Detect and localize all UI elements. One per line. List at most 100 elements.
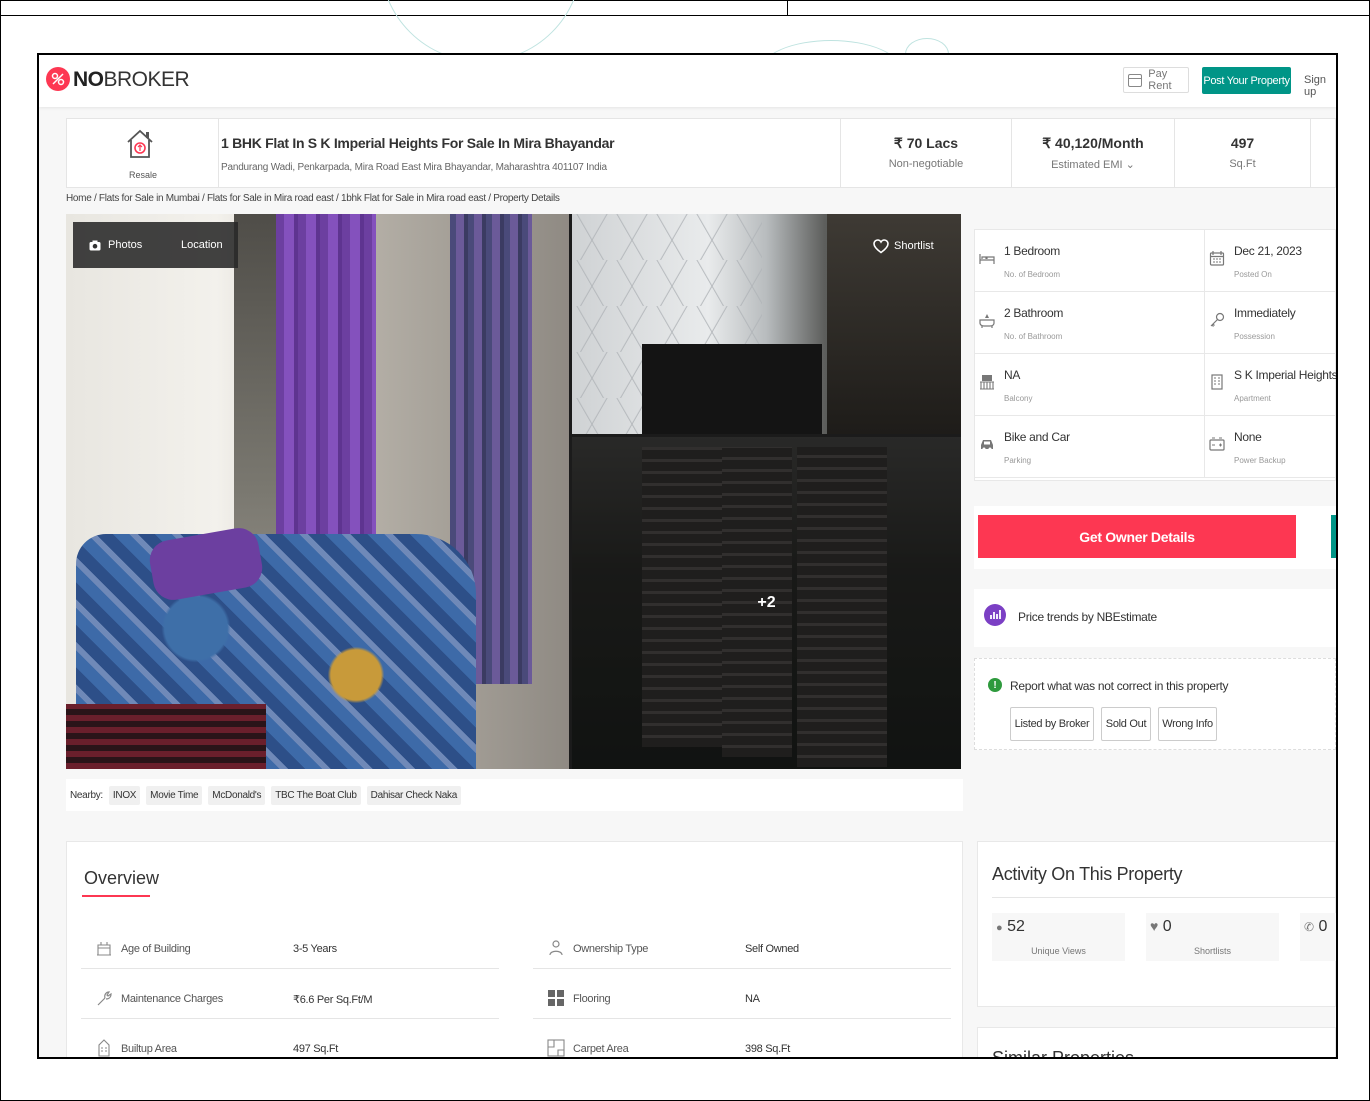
key-icon	[1210, 312, 1225, 327]
heart-icon: ♥	[1150, 918, 1159, 934]
area-unit: Sq.Ft	[1229, 158, 1256, 170]
nearby-chip[interactable]: TBC The Boat Club	[271, 785, 361, 805]
spec-power-backup: None Power Backup	[1205, 416, 1336, 478]
nearby-label: Nearby:	[70, 789, 103, 801]
overview-label: Carpet Area	[573, 1043, 629, 1055]
price-trends-card[interactable]: Price trends by NBEstimate	[974, 589, 1336, 647]
alert-icon: !	[988, 678, 1002, 692]
shortlists-count: 0	[1162, 918, 1172, 935]
price-cell: ₹ 70 Lacs Non-negotiable	[840, 119, 1012, 187]
overview-value: Self Owned	[745, 943, 799, 955]
listed-by-broker-button[interactable]: Listed by Broker	[1010, 707, 1094, 741]
get-owner-details-button[interactable]: Get Owner Details	[978, 515, 1296, 558]
photo-gallery[interactable]: +2 Photos Location Shortlist	[66, 214, 961, 769]
overview-value: NA	[745, 993, 760, 1005]
spec-value: Immediately	[1234, 306, 1296, 320]
spec-label: No. of Bedroom	[1004, 270, 1061, 279]
spec-label: Possession	[1234, 332, 1275, 341]
house-icon	[127, 129, 153, 158]
flooring-icon	[548, 990, 564, 1006]
overview-label: Builtup Area	[121, 1043, 177, 1055]
area-cell: 497 Sq.Ft	[1175, 119, 1311, 187]
logo-rest-text: BROKER	[103, 68, 190, 91]
overview-label: Maintenance Charges	[121, 993, 223, 1005]
resale-badge: Resale	[67, 119, 219, 187]
main-photo-bedroom[interactable]	[66, 214, 569, 769]
wrench-icon	[97, 991, 112, 1006]
photo-building[interactable]: +2	[572, 437, 961, 769]
breadcrumb[interactable]: Home / Flats for Sale in Mumbai / Flats …	[66, 193, 560, 204]
overview-section: Overview Age of Building 3-5 Years Owner…	[66, 841, 963, 1057]
sign-up-link[interactable]: Sign up	[1304, 74, 1336, 98]
sold-out-button[interactable]: Sold Out	[1101, 707, 1151, 741]
credit-card-icon	[1128, 73, 1143, 87]
more-photos-overlay[interactable]: +2	[572, 437, 961, 769]
nobroker-logo-icon[interactable]	[46, 67, 70, 91]
property-address: Pandurang Wadi, Penkarpada, Mira Road Ea…	[221, 162, 607, 173]
spec-label: Parking	[1004, 456, 1032, 465]
overview-label: Flooring	[573, 993, 611, 1005]
strip-divider	[787, 0, 788, 15]
shortlists-stat: ♥ 0 Shortlists	[1146, 913, 1279, 961]
battery-icon	[1209, 437, 1225, 451]
person-icon: ●	[996, 922, 1003, 934]
contacts-stat: ✆ 0	[1300, 913, 1336, 961]
pay-rent-button[interactable]: Pay Rent	[1123, 67, 1189, 93]
area-value: 497	[1230, 135, 1255, 151]
views-label: Unique Views	[1031, 946, 1086, 956]
property-specs: 1 Bedroom No. of Bedroom Dec 21, 2023 Po…	[974, 229, 1336, 481]
builtup-area-icon	[98, 1039, 110, 1057]
secondary-action-edge[interactable]	[1331, 515, 1336, 558]
nearby-chip[interactable]: Dahisar Check Naka	[366, 785, 461, 805]
overview-underline	[82, 895, 150, 897]
overview-title: Overview	[84, 868, 160, 888]
emi-cell[interactable]: ₹ 40,120/Month Estimated EMI ⌄	[1012, 119, 1175, 187]
emi-dropdown[interactable]: Estimated EMI ⌄	[1012, 158, 1174, 171]
resale-label: Resale	[128, 170, 157, 180]
nearby-bar: Nearby: INOX Movie Time McDonald's TBC T…	[66, 779, 963, 811]
pay-rent-label: Pay Rent	[1148, 68, 1172, 92]
spec-label: Posted On	[1234, 270, 1272, 279]
overview-row-builtup: Builtup Area 497 Sq.Ft	[81, 1029, 499, 1057]
wrong-info-button[interactable]: Wrong Info	[1158, 707, 1217, 741]
location-label: Location	[181, 239, 223, 251]
location-button[interactable]: Location	[158, 222, 238, 268]
bathtub-icon	[979, 314, 995, 328]
logo-bold-text: NO	[73, 68, 104, 91]
price-note: Non-negotiable	[888, 158, 964, 170]
shortlists-label: Shortlists	[1193, 946, 1231, 956]
car-icon	[981, 440, 993, 451]
counter-decor	[642, 344, 822, 434]
overview-value: 398 Sq.Ft	[745, 1043, 790, 1055]
similar-properties-title: Similar Properties	[992, 1048, 1135, 1059]
browser-screenshot: NOBROKER Pay Rent Post Your Property Sig…	[37, 53, 1338, 1059]
price-trends-label: Price trends by NBEstimate	[1018, 610, 1157, 624]
nearby-chip[interactable]: Movie Time	[146, 785, 203, 805]
activity-section: Activity On This Property ● 52 Unique Vi…	[977, 841, 1336, 1007]
nearby-chip[interactable]: INOX	[108, 785, 141, 805]
spec-value: NA	[1004, 368, 1021, 382]
photos-button[interactable]: Photos	[73, 222, 159, 268]
camera-icon	[89, 240, 101, 250]
overview-row-age: Age of Building 3-5 Years	[81, 929, 499, 969]
heart-icon	[873, 238, 889, 253]
spec-label: No. of Bathroom	[1004, 332, 1063, 341]
shortlist-button[interactable]: Shortlist	[873, 232, 934, 260]
overview-row-flooring: Flooring NA	[533, 979, 951, 1019]
spec-possession: Immediately Possession	[1205, 292, 1336, 354]
building-icon	[1211, 374, 1223, 390]
spec-label: Apartment	[1234, 394, 1271, 403]
price-value: ₹ 70 Lacs	[893, 135, 959, 151]
person-icon	[549, 940, 563, 956]
calendar-icon	[1209, 251, 1225, 266]
nobroker-logo[interactable]: NOBROKER	[73, 68, 190, 92]
nearby-chip[interactable]: McDonald's	[208, 785, 266, 805]
overview-label: Ownership Type	[573, 943, 649, 955]
activity-title: Activity On This Property	[992, 864, 1183, 884]
post-your-property-button[interactable]: Post Your Property	[1202, 67, 1291, 94]
spec-parking: Bike and Car Parking	[975, 416, 1205, 478]
unique-views-stat: ● 52 Unique Views	[992, 913, 1125, 961]
overview-value: 497 Sq.Ft	[293, 1043, 338, 1055]
floorplan-icon	[547, 1039, 565, 1057]
overview-row-ownership: Ownership Type Self Owned	[533, 929, 951, 969]
